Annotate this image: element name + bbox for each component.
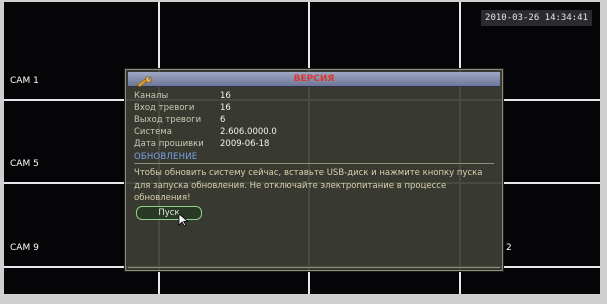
dialog-titlebar[interactable]: ВЕРСИЯ [128,72,500,88]
mouse-cursor-icon [178,212,190,231]
info-value: 6 [220,115,226,125]
info-label: Каналы [134,91,169,101]
info-value: 2009-06-18 [220,139,270,149]
info-label: Дата прошивки [134,139,204,149]
info-label: Выход тревоги [134,115,202,125]
update-message: Чтобы обновить систему сейчас, вставьте … [134,168,483,203]
camera-label-partial: 2 [506,243,512,253]
camera-label-1: CAM 1 [10,76,39,86]
dvr-screen: 2010-03-26 14:34:41 CAM 1 CAM 5 CAM 9 2 … [4,2,600,294]
dialog-title: ВЕРСИЯ [293,74,335,84]
info-label: Вход тревоги [134,103,195,113]
info-value: 16 [220,103,231,113]
camera-label-5: CAM 5 [10,159,39,169]
update-heading: ОБНОВЛЕНИЕ [134,152,198,162]
camera-label-9: CAM 9 [10,243,39,253]
start-button[interactable]: Пуск [136,206,202,220]
section-divider [134,163,494,164]
dialog-bottom-border [128,267,500,268]
info-value: 2.606.0000.0 [220,127,277,137]
info-label: Система [134,127,172,137]
datetime-display: 2010-03-26 14:34:41 [481,10,592,26]
info-value: 16 [220,91,231,101]
version-dialog: ВЕРСИЯ Каналы 16 Вход тревоги 16 Выход т… [125,69,503,271]
